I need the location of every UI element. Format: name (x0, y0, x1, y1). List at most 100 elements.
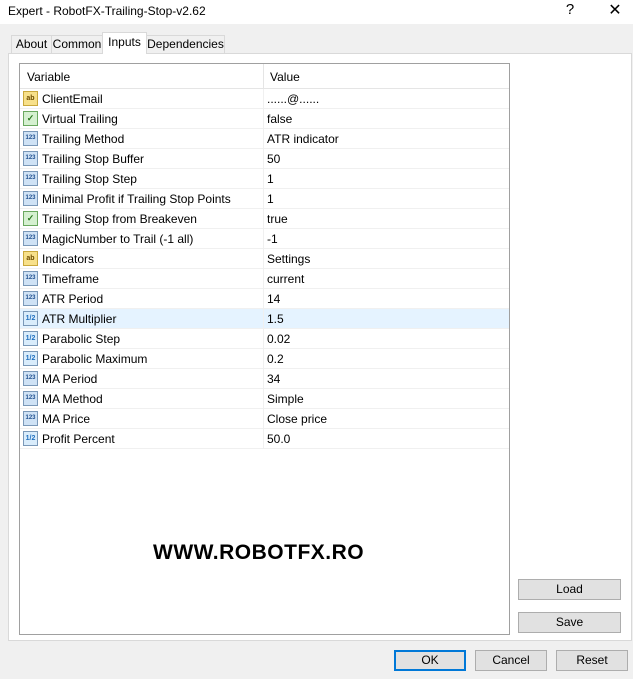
cell-divider (263, 249, 264, 269)
cell-divider (263, 329, 264, 349)
cell-divider (263, 209, 264, 229)
variable-value[interactable]: Close price (267, 412, 327, 426)
double-type-icon: 1/2 (23, 431, 38, 446)
variable-name: Indicators (42, 252, 95, 266)
table-row[interactable]: 123 Timeframe current (20, 269, 509, 289)
integer-type-icon: 123 (23, 391, 38, 406)
table-row[interactable]: ab Indicators Settings (20, 249, 509, 269)
title-bar: Expert - RobotFX-Trailing-Stop-v2.62 ? ✕ (0, 0, 633, 24)
tab-inputs[interactable]: Inputs (102, 32, 147, 54)
variable-value[interactable]: false (267, 112, 292, 126)
table-row[interactable]: ✓ Trailing Stop from Breakeven true (20, 209, 509, 229)
boolean-type-icon: ✓ (23, 211, 38, 226)
variable-value[interactable]: 34 (267, 372, 280, 386)
variable-value[interactable]: 1.5 (267, 312, 284, 326)
variable-name: Trailing Stop from Breakeven (42, 212, 197, 226)
table-row[interactable]: 1/2 Parabolic Maximum 0.2 (20, 349, 509, 369)
variable-value[interactable]: Simple (267, 392, 304, 406)
table-row[interactable]: 123 MA Method Simple (20, 389, 509, 409)
variable-name: ATR Period (42, 292, 104, 306)
table-row[interactable]: 123 MA Period 34 (20, 369, 509, 389)
cell-divider (263, 409, 264, 429)
table-row[interactable]: 123 Trailing Stop Buffer 50 (20, 149, 509, 169)
variable-name: Virtual Trailing (42, 112, 118, 126)
table-row[interactable]: 123 ATR Period 14 (20, 289, 509, 309)
cell-divider (263, 169, 264, 189)
tab-common[interactable]: Common (51, 35, 103, 54)
variable-name: MA Method (42, 392, 103, 406)
boolean-type-icon: ✓ (23, 111, 38, 126)
table-row[interactable]: 1/2 ATR Multiplier 1.5 (20, 309, 509, 329)
table-row[interactable]: 1/2 Parabolic Step 0.02 (20, 329, 509, 349)
integer-type-icon: 123 (23, 191, 38, 206)
integer-type-icon: 123 (23, 231, 38, 246)
load-button[interactable]: Load (518, 579, 621, 600)
help-icon[interactable]: ? (558, 1, 582, 21)
variable-name: ATR Multiplier (42, 312, 117, 326)
variable-value[interactable]: Settings (267, 252, 310, 266)
cell-divider (263, 189, 264, 209)
variable-value[interactable]: 14 (267, 292, 280, 306)
column-header-value[interactable]: Value (270, 70, 300, 84)
integer-type-icon: 123 (23, 271, 38, 286)
cell-divider (263, 429, 264, 449)
tab-about[interactable]: About (11, 35, 52, 54)
cell-divider (263, 309, 264, 329)
table-row[interactable]: 123 Trailing Stop Step 1 (20, 169, 509, 189)
string-type-icon: ab (23, 251, 38, 266)
cell-divider (263, 269, 264, 289)
reset-button[interactable]: Reset (556, 650, 628, 671)
grid-header: Variable Value (20, 64, 509, 89)
variable-value[interactable]: ATR indicator (267, 132, 339, 146)
window-title: Expert - RobotFX-Trailing-Stop-v2.62 (8, 4, 206, 18)
variable-name: Trailing Method (42, 132, 125, 146)
variable-value[interactable]: 0.2 (267, 352, 284, 366)
table-row[interactable]: ab ClientEmail ......@...... (20, 89, 509, 109)
ok-button[interactable]: OK (394, 650, 466, 671)
watermark-url: WWW.ROBOTFX.RO (153, 541, 365, 564)
variable-value[interactable]: 0.02 (267, 332, 290, 346)
variable-value[interactable]: 1 (267, 172, 274, 186)
variable-name: Parabolic Maximum (42, 352, 148, 366)
variable-name: Parabolic Step (42, 332, 121, 346)
close-icon[interactable]: ✕ (598, 0, 632, 22)
variable-value[interactable]: -1 (267, 232, 278, 246)
table-row[interactable]: 123 Trailing Method ATR indicator (20, 129, 509, 149)
variable-name: ClientEmail (42, 92, 103, 106)
cell-divider (263, 389, 264, 409)
variable-value[interactable]: 1 (267, 192, 274, 206)
save-button[interactable]: Save (518, 612, 621, 633)
variable-name: Trailing Stop Buffer (42, 152, 145, 166)
double-type-icon: 1/2 (23, 351, 38, 366)
variable-value[interactable]: 50.0 (267, 432, 290, 446)
string-type-icon: ab (23, 91, 38, 106)
cell-divider (263, 129, 264, 149)
double-type-icon: 1/2 (23, 331, 38, 346)
cell-divider (263, 149, 264, 169)
column-header-variable[interactable]: Variable (27, 70, 70, 84)
variable-value[interactable]: current (267, 272, 304, 286)
variable-value[interactable]: ......@...... (267, 92, 319, 106)
integer-type-icon: 123 (23, 371, 38, 386)
cancel-button[interactable]: Cancel (475, 650, 547, 671)
variable-value[interactable]: 50 (267, 152, 280, 166)
variable-name: Profit Percent (42, 432, 115, 446)
table-row[interactable]: 123 Minimal Profit if Trailing Stop Point… (20, 189, 509, 209)
cell-divider (263, 109, 264, 129)
integer-type-icon: 123 (23, 291, 38, 306)
integer-type-icon: 123 (23, 151, 38, 166)
table-row[interactable]: 123 MA Price Close price (20, 409, 509, 429)
table-row[interactable]: 123 MagicNumber to Trail (-1 all) -1 (20, 229, 509, 249)
table-row[interactable]: 1/2 Profit Percent 50.0 (20, 429, 509, 449)
cell-divider (263, 229, 264, 249)
cell-divider (263, 89, 264, 109)
grid-rows: ab ClientEmail ......@...... ✓ Virtual Trail… (20, 89, 509, 449)
table-row[interactable]: ✓ Virtual Trailing false (20, 109, 509, 129)
variable-value[interactable]: true (267, 212, 288, 226)
column-divider[interactable] (263, 64, 264, 89)
integer-type-icon: 123 (23, 171, 38, 186)
variable-name: MA Price (42, 412, 91, 426)
tab-dependencies[interactable]: Dependencies (146, 35, 225, 54)
cell-divider (263, 349, 264, 369)
integer-type-icon: 123 (23, 411, 38, 426)
